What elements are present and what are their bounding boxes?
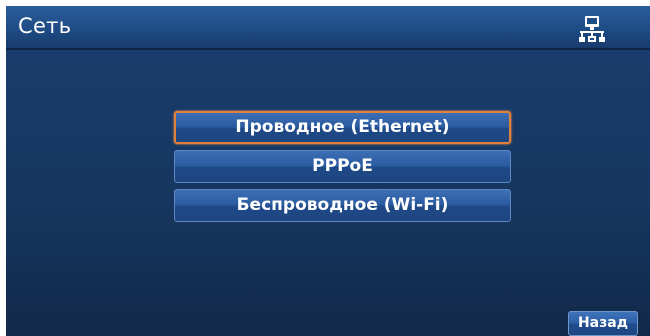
- menu-item-wifi[interactable]: Беспроводное (Wi-Fi): [174, 189, 511, 222]
- network-icon: [579, 16, 605, 42]
- title-bar: Сеть: [6, 6, 650, 50]
- page-title: Сеть: [18, 14, 72, 38]
- menu-item-pppoe[interactable]: PPPoE: [174, 150, 511, 183]
- menu-item-ethernet[interactable]: Проводное (Ethernet): [174, 111, 511, 144]
- network-settings-screen: Сеть Проводное (Ethernet) PPPoE Беспрово…: [6, 6, 650, 336]
- back-button[interactable]: Назад: [568, 311, 638, 336]
